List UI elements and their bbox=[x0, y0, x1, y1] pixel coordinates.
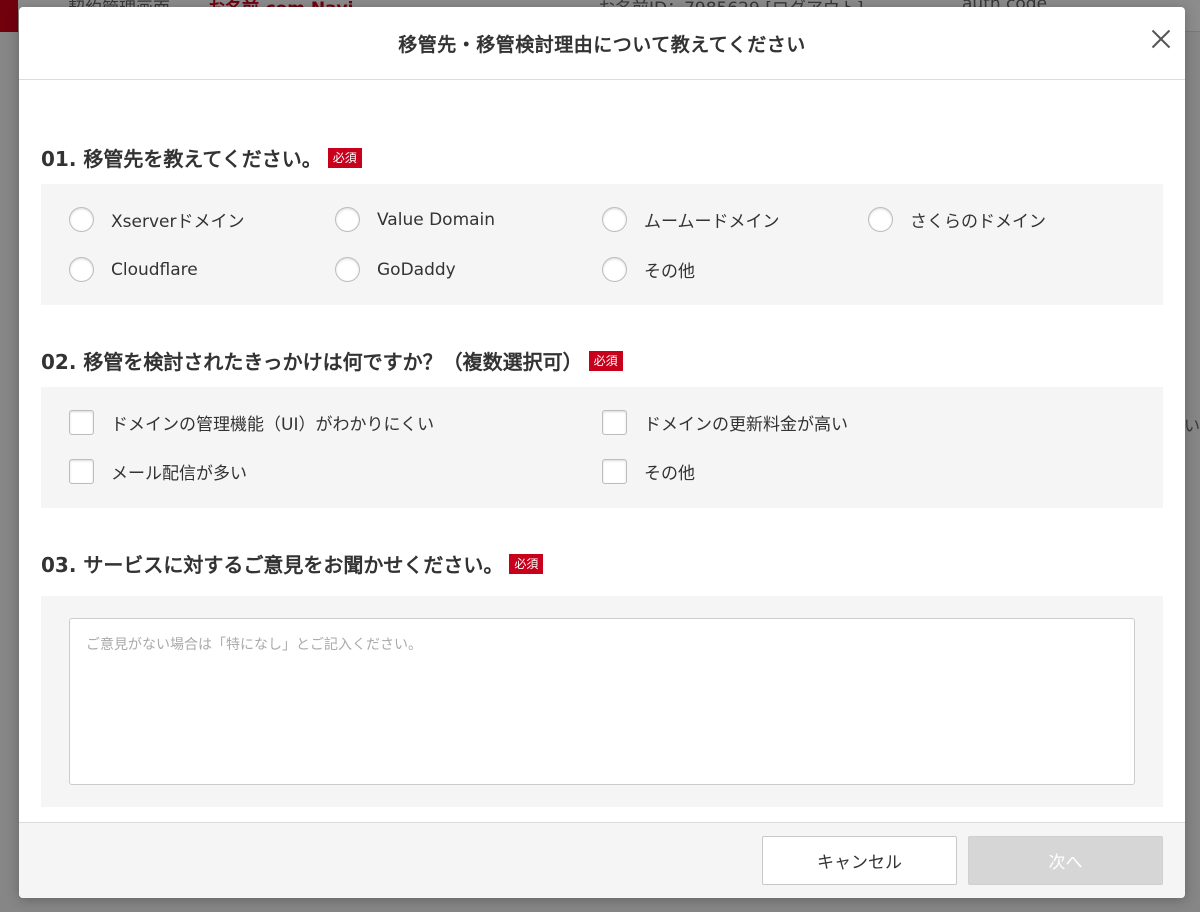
radio-button[interactable] bbox=[868, 207, 893, 232]
radio-button[interactable] bbox=[335, 207, 360, 232]
transfer-survey-modal: 移管先・移管検討理由について教えてください 01. 移管先を教えてください。 必… bbox=[19, 7, 1185, 898]
checkbox-option-other[interactable]: その他 bbox=[602, 459, 695, 484]
modal-header: 移管先・移管検討理由について教えてください bbox=[19, 7, 1185, 80]
checkbox[interactable] bbox=[69, 459, 94, 484]
next-button[interactable]: 次へ bbox=[968, 836, 1163, 885]
question-3-title: 03. サービスに対するご意見をお聞かせください。 必須 bbox=[41, 549, 544, 578]
checkbox-option-price[interactable]: ドメインの更新料金が高い bbox=[602, 410, 848, 435]
radio-option-other[interactable]: その他 bbox=[602, 257, 695, 282]
checkbox[interactable] bbox=[602, 410, 627, 435]
option-label: Xserverドメイン bbox=[111, 212, 245, 232]
radio-option-godaddy[interactable]: GoDaddy bbox=[335, 257, 456, 282]
question-2-label: 02. 移管を検討されたきっかけは何ですか？（複数選択可） bbox=[41, 350, 583, 374]
required-badge: 必須 bbox=[509, 553, 544, 574]
option-label: Value Domain bbox=[377, 209, 496, 230]
radio-option-sakura[interactable]: さくらのドメイン bbox=[868, 207, 1046, 232]
option-label: ドメインの管理機能（UI）がわかりにくい bbox=[111, 415, 435, 435]
radio-button[interactable] bbox=[69, 257, 94, 282]
required-badge: 必須 bbox=[327, 147, 362, 168]
radio-option-cloudflare[interactable]: Cloudflare bbox=[69, 257, 198, 282]
option-label: GoDaddy bbox=[377, 259, 456, 280]
option-label: ドメインの更新料金が高い bbox=[644, 415, 848, 435]
radio-option-xserver[interactable]: Xserverドメイン bbox=[69, 207, 244, 232]
question-2-panel: ドメインの管理機能（UI）がわかりにくい ドメインの更新料金が高い メール配信が… bbox=[41, 387, 1163, 508]
option-label: その他 bbox=[644, 262, 695, 282]
checkbox-option-ui[interactable]: ドメインの管理機能（UI）がわかりにくい bbox=[69, 410, 434, 435]
radio-button[interactable] bbox=[602, 207, 627, 232]
question-3-label: 03. サービスに対するご意見をお聞かせください。 bbox=[41, 553, 504, 577]
option-label: Cloudflare bbox=[111, 259, 198, 280]
radio-option-muumuu[interactable]: ムームードメイン bbox=[602, 207, 780, 232]
close-icon[interactable] bbox=[1147, 25, 1175, 53]
question-1-label: 01. 移管先を教えてください。 bbox=[41, 147, 322, 171]
question-1-title: 01. 移管先を教えてください。 必須 bbox=[41, 143, 362, 172]
feedback-textarea[interactable] bbox=[69, 618, 1135, 785]
modal-title: 移管先・移管検討理由について教えてください bbox=[398, 33, 806, 56]
option-label: ムームードメイン bbox=[644, 212, 780, 232]
radio-button[interactable] bbox=[602, 257, 627, 282]
question-1-panel: Xserverドメイン Value Domain ムームードメイン さくらのドメ… bbox=[41, 184, 1163, 305]
checkbox[interactable] bbox=[602, 459, 627, 484]
radio-button[interactable] bbox=[69, 207, 94, 232]
required-badge: 必須 bbox=[588, 350, 623, 371]
question-3-panel bbox=[41, 596, 1163, 807]
radio-button[interactable] bbox=[335, 257, 360, 282]
modal-footer: キャンセル 次へ bbox=[19, 822, 1185, 898]
cancel-button[interactable]: キャンセル bbox=[762, 836, 957, 885]
option-label: さくらのドメイン bbox=[910, 212, 1046, 232]
radio-option-value-domain[interactable]: Value Domain bbox=[335, 207, 495, 232]
option-label: メール配信が多い bbox=[111, 464, 247, 484]
question-2-title: 02. 移管を検討されたきっかけは何ですか？（複数選択可） 必須 bbox=[41, 346, 623, 375]
checkbox-option-mail[interactable]: メール配信が多い bbox=[69, 459, 247, 484]
option-label: その他 bbox=[644, 464, 695, 484]
checkbox[interactable] bbox=[69, 410, 94, 435]
